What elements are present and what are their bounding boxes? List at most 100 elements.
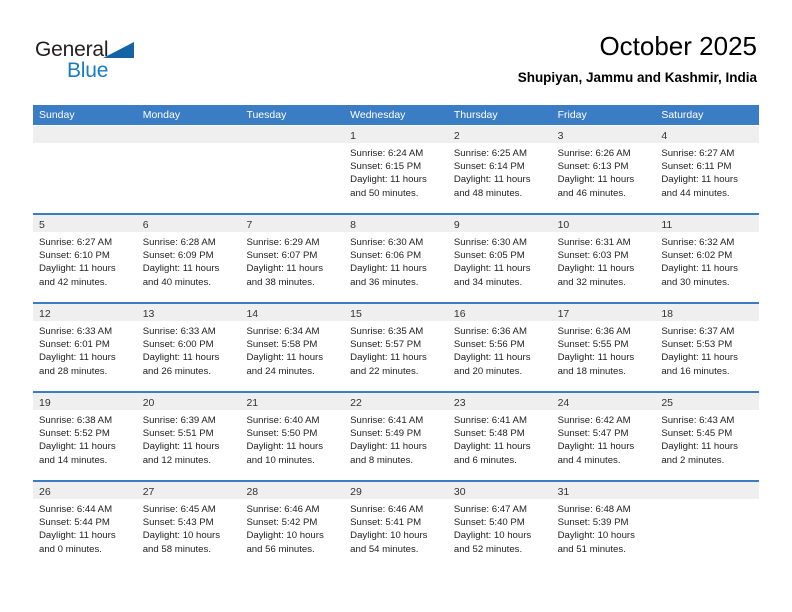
day-cell[interactable]: 19 Sunrise: 6:38 AM Sunset: 5:52 PM Dayl… xyxy=(33,393,137,480)
day-details xyxy=(240,143,344,147)
day-cell[interactable]: 23 Sunrise: 6:41 AM Sunset: 5:48 PM Dayl… xyxy=(447,393,552,480)
sunrise-text: Sunrise: 6:29 AM xyxy=(246,237,320,248)
sunset-text: Sunset: 5:47 PM xyxy=(557,428,629,440)
day-details: Sunrise: 6:36 AM Sunset: 5:55 PM Dayligh… xyxy=(552,321,656,378)
logo-text-blue: Blue xyxy=(67,59,109,82)
day-cell[interactable]: 21 Sunrise: 6:40 AM Sunset: 5:50 PM Dayl… xyxy=(240,393,345,480)
sunrise-text: Sunrise: 6:39 AM xyxy=(142,415,216,426)
day-cell[interactable]: 20 Sunrise: 6:39 AM Sunset: 5:51 PM Dayl… xyxy=(136,393,241,480)
day-details: Sunrise: 6:46 AM Sunset: 5:42 PM Dayligh… xyxy=(240,499,344,556)
daylight-text-line1: Daylight: 11 hours xyxy=(142,263,220,275)
daylight-text-line1: Daylight: 11 hours xyxy=(39,352,116,364)
daylight-text-line1: Daylight: 11 hours xyxy=(557,441,635,453)
daylight-text-line1: Daylight: 11 hours xyxy=(350,352,427,364)
day-cell[interactable]: 27 Sunrise: 6:45 AM Sunset: 5:43 PM Dayl… xyxy=(136,482,241,569)
daylight-text-line1: Daylight: 11 hours xyxy=(661,441,738,453)
daylight-text-line2: and 12 minutes. xyxy=(142,454,211,466)
daylight-text-line1: Daylight: 11 hours xyxy=(246,263,324,275)
daylight-text-line2: and 8 minutes. xyxy=(350,454,414,466)
sunrise-text: Sunrise: 6:24 AM xyxy=(350,148,424,159)
page-subtitle: Shupiyan, Jammu and Kashmir, India xyxy=(517,70,757,85)
calendar-page: General Blue October 2025 Shupiyan, Jamm… xyxy=(0,0,792,612)
day-cell[interactable]: 26 Sunrise: 6:44 AM Sunset: 5:44 PM Dayl… xyxy=(33,482,137,569)
day-cell[interactable]: 16 Sunrise: 6:36 AM Sunset: 5:56 PM Dayl… xyxy=(447,304,552,391)
day-cell[interactable]: 30 Sunrise: 6:47 AM Sunset: 5:40 PM Dayl… xyxy=(447,482,552,569)
daylight-text-line1: Daylight: 11 hours xyxy=(246,352,324,364)
day-cell[interactable]: 18 Sunrise: 6:37 AM Sunset: 5:53 PM Dayl… xyxy=(655,304,760,391)
day-cell[interactable]: 14 Sunrise: 6:34 AM Sunset: 5:58 PM Dayl… xyxy=(240,304,345,391)
day-cell[interactable]: 6 Sunrise: 6:28 AM Sunset: 6:09 PM Dayli… xyxy=(136,215,241,302)
daylight-text-line2: and 14 minutes. xyxy=(39,454,108,466)
sunset-text: Sunset: 6:10 PM xyxy=(39,250,110,262)
weekday-header-wednesday: Wednesday xyxy=(350,109,406,121)
sunset-text: Sunset: 5:42 PM xyxy=(246,517,318,529)
day-number: 25 xyxy=(661,397,673,409)
sunrise-text: Sunrise: 6:27 AM xyxy=(39,237,113,248)
day-cell[interactable]: 3 Sunrise: 6:26 AM Sunset: 6:13 PM Dayli… xyxy=(551,126,656,213)
day-details: Sunrise: 6:39 AM Sunset: 5:51 PM Dayligh… xyxy=(137,410,241,467)
sunrise-text: Sunrise: 6:41 AM xyxy=(453,415,527,426)
daylight-text-line1: Daylight: 11 hours xyxy=(557,352,635,364)
sunrise-text: Sunrise: 6:27 AM xyxy=(661,148,735,159)
daylight-text-line1: Daylight: 10 hours xyxy=(142,530,221,542)
day-cell[interactable]: 12 Sunrise: 6:33 AM Sunset: 6:01 PM Dayl… xyxy=(33,304,137,391)
day-number: 6 xyxy=(142,219,149,231)
sunset-text: Sunset: 6:00 PM xyxy=(142,339,214,351)
daylight-text-line1: Daylight: 11 hours xyxy=(453,174,531,186)
week-row: 26 Sunrise: 6:44 AM Sunset: 5:44 PM Dayl… xyxy=(33,480,760,569)
daylight-text-line1: Daylight: 10 hours xyxy=(557,530,635,542)
day-number: 12 xyxy=(39,308,51,320)
weekday-header-row: Sunday Monday Tuesday Wednesday Thursday… xyxy=(33,105,759,125)
day-cell[interactable]: 8 Sunrise: 6:30 AM Sunset: 6:06 PM Dayli… xyxy=(344,215,448,302)
daylight-text-line2: and 4 minutes. xyxy=(557,454,621,466)
daylight-text-line2: and 38 minutes. xyxy=(246,276,315,288)
daylight-text-line1: Daylight: 11 hours xyxy=(661,263,738,275)
sunset-text: Sunset: 5:44 PM xyxy=(39,517,110,529)
daylight-text-line2: and 56 minutes. xyxy=(246,543,315,555)
daylight-text-line2: and 54 minutes. xyxy=(350,543,419,555)
daylight-text-line1: Daylight: 11 hours xyxy=(661,352,738,364)
daylight-text-line2: and 16 minutes. xyxy=(661,365,730,377)
daylight-text-line1: Daylight: 10 hours xyxy=(453,530,532,542)
day-number: 7 xyxy=(246,219,253,231)
day-cell[interactable]: 28 Sunrise: 6:46 AM Sunset: 5:42 PM Dayl… xyxy=(240,482,345,569)
day-number: 14 xyxy=(246,308,259,320)
day-details: Sunrise: 6:33 AM Sunset: 6:00 PM Dayligh… xyxy=(137,321,241,378)
day-cell[interactable]: 11 Sunrise: 6:32 AM Sunset: 6:02 PM Dayl… xyxy=(655,215,760,302)
day-number: 9 xyxy=(453,219,460,231)
day-cell[interactable]: 10 Sunrise: 6:31 AM Sunset: 6:03 PM Dayl… xyxy=(551,215,656,302)
day-cell[interactable]: 15 Sunrise: 6:35 AM Sunset: 5:57 PM Dayl… xyxy=(344,304,448,391)
day-number: 30 xyxy=(453,486,466,498)
daylight-text-line1: Daylight: 11 hours xyxy=(661,174,738,186)
sunset-text: Sunset: 6:07 PM xyxy=(246,250,318,262)
day-cell[interactable]: 17 Sunrise: 6:36 AM Sunset: 5:55 PM Dayl… xyxy=(551,304,656,391)
day-cell[interactable]: 9 Sunrise: 6:30 AM Sunset: 6:05 PM Dayli… xyxy=(447,215,552,302)
day-cell[interactable]: 1 Sunrise: 6:24 AM Sunset: 6:15 PM Dayli… xyxy=(344,126,448,213)
daylight-text-line2: and 20 minutes. xyxy=(453,365,523,377)
day-details: Sunrise: 6:30 AM Sunset: 6:06 PM Dayligh… xyxy=(344,232,448,289)
daylight-text-line1: Daylight: 11 hours xyxy=(350,263,427,275)
day-details: Sunrise: 6:27 AM Sunset: 6:10 PM Dayligh… xyxy=(33,232,137,289)
sunrise-text: Sunrise: 6:44 AM xyxy=(39,504,113,515)
sunrise-text: Sunrise: 6:30 AM xyxy=(453,237,527,248)
day-cell[interactable]: 24 Sunrise: 6:42 AM Sunset: 5:47 PM Dayl… xyxy=(551,393,656,480)
weekday-header-friday: Friday xyxy=(557,109,587,121)
sunrise-text: Sunrise: 6:30 AM xyxy=(350,237,424,248)
day-cell[interactable]: 31 Sunrise: 6:48 AM Sunset: 5:39 PM Dayl… xyxy=(551,482,656,569)
day-details xyxy=(137,143,241,147)
sunset-text: Sunset: 5:56 PM xyxy=(453,339,525,351)
sunset-text: Sunset: 6:11 PM xyxy=(661,161,732,173)
day-cell[interactable]: 25 Sunrise: 6:43 AM Sunset: 5:45 PM Dayl… xyxy=(655,393,760,480)
day-cell[interactable]: 5 Sunrise: 6:27 AM Sunset: 6:10 PM Dayli… xyxy=(33,215,137,302)
sunrise-text: Sunrise: 6:38 AM xyxy=(39,415,113,426)
day-cell[interactable]: 29 Sunrise: 6:46 AM Sunset: 5:41 PM Dayl… xyxy=(344,482,448,569)
day-cell[interactable]: 2 Sunrise: 6:25 AM Sunset: 6:14 PM Dayli… xyxy=(447,126,552,213)
week-row: 5 Sunrise: 6:27 AM Sunset: 6:10 PM Dayli… xyxy=(33,213,760,302)
day-cell[interactable]: 13 Sunrise: 6:33 AM Sunset: 6:00 PM Dayl… xyxy=(136,304,241,391)
daylight-text-line2: and 48 minutes. xyxy=(453,187,523,199)
day-cell[interactable]: 22 Sunrise: 6:41 AM Sunset: 5:49 PM Dayl… xyxy=(344,393,448,480)
day-number: 1 xyxy=(350,130,356,142)
day-number: 17 xyxy=(557,308,570,320)
day-cell[interactable]: 7 Sunrise: 6:29 AM Sunset: 6:07 PM Dayli… xyxy=(240,215,345,302)
day-cell[interactable]: 4 Sunrise: 6:27 AM Sunset: 6:11 PM Dayli… xyxy=(655,126,760,213)
